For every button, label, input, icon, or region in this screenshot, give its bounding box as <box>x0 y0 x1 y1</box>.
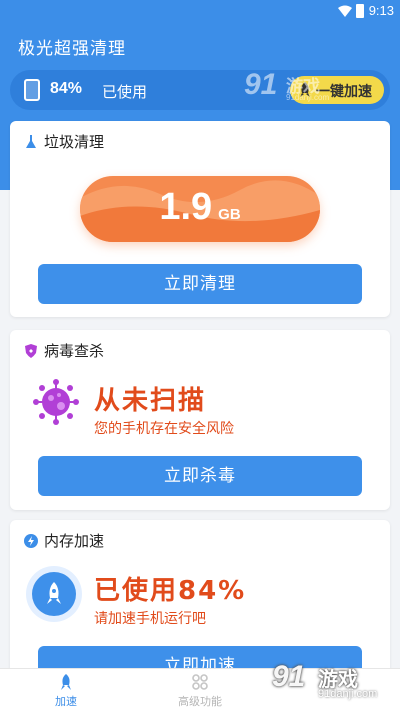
virus-icon <box>33 379 79 425</box>
battery-icon <box>356 4 364 18</box>
tab-advanced-label: 高级功能 <box>178 695 222 708</box>
rocket-icon <box>300 82 310 97</box>
lightning-icon <box>24 533 38 548</box>
storage-usage-bar: 84% 已使用 一键加速 <box>10 70 390 110</box>
wifi-icon <box>338 5 352 17</box>
kill-virus-button[interactable]: 立即杀毒 <box>38 456 362 496</box>
memory-usage-headline: 已使用84% <box>94 576 247 606</box>
app-title: 极光超强清理 <box>18 39 126 59</box>
virus-status-headline: 从未扫描 <box>94 386 207 416</box>
one-tap-boost-button[interactable]: 一键加速 <box>290 76 384 104</box>
tab-advanced[interactable]: 高级功能 <box>160 673 240 709</box>
usage-label: 已使用 <box>102 83 148 101</box>
usage-percent: 84% <box>50 80 83 97</box>
phone-icon <box>24 79 40 101</box>
tab-boost[interactable]: 加速 <box>26 673 106 709</box>
boost-button-label: 一键加速 <box>316 84 372 100</box>
rocket-icon <box>47 582 61 604</box>
junk-clean-card: 垃圾清理 1.9 GB 立即清理 <box>10 121 390 317</box>
virus-status-subtext: 您的手机存在安全风险 <box>94 421 234 437</box>
junk-size-unit: GB <box>218 206 241 223</box>
broom-icon <box>26 134 36 148</box>
shield-icon <box>25 343 37 358</box>
memory-card-header: 内存加速 <box>24 530 104 551</box>
virus-card-title: 病毒查杀 <box>44 342 105 360</box>
junk-size-display: 1.9 GB <box>80 176 320 242</box>
memory-usage-subtext: 请加速手机运行吧 <box>94 611 206 627</box>
virus-card-header: 病毒查杀 <box>24 340 104 361</box>
bottom-tab-bar: 加速 高级功能 <box>0 668 400 712</box>
virus-scan-card: 病毒查杀 从未扫描 您的手机存在安全风险 立即杀毒 <box>10 330 390 510</box>
grid-tab-icon <box>192 674 208 690</box>
status-time: 9:13 <box>368 3 394 18</box>
status-bar: 9:13 <box>0 0 400 24</box>
tab-boost-label: 加速 <box>55 695 77 708</box>
junk-card-header: 垃圾清理 <box>24 131 104 152</box>
memory-card-title: 内存加速 <box>44 532 105 550</box>
memory-boost-card: 内存加速 已使用84% 请加速手机运行吧 立即加速 <box>10 520 390 686</box>
clean-now-button[interactable]: 立即清理 <box>38 264 362 304</box>
memory-rocket-badge <box>32 572 76 616</box>
rocket-tab-icon <box>61 674 71 690</box>
junk-size-value: 1.9 <box>159 186 213 228</box>
junk-card-title: 垃圾清理 <box>44 133 105 151</box>
